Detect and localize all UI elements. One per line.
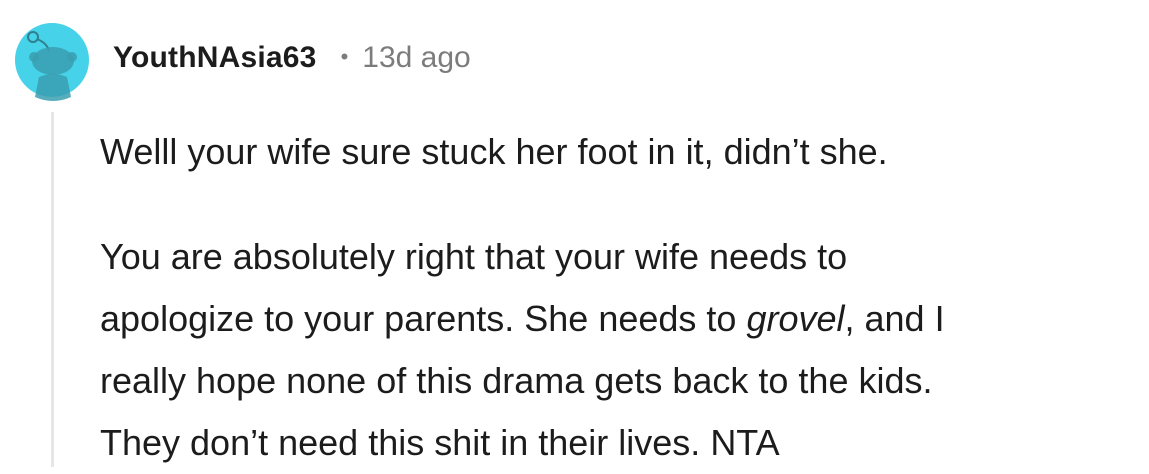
- comment-body: Welll your wife sure stuck her foot in i…: [100, 121, 1140, 474]
- comment-paragraph-2-line-3: really hope none of this drama gets back…: [100, 360, 933, 401]
- comment-paragraph-1: Welll your wife sure stuck her foot in i…: [100, 131, 888, 172]
- line-2-text-after: , and I: [844, 298, 945, 339]
- comment-paragraph-2-line-4: They don’t need this shit in their lives…: [100, 422, 780, 463]
- comment-paragraph-2-line-2: apologize to your parents. She needs to …: [100, 288, 1140, 350]
- avatar[interactable]: [15, 13, 89, 107]
- username-link[interactable]: YouthNAsia63: [113, 41, 317, 75]
- separator-dot: •: [340, 44, 349, 69]
- snoo-avatar-icon: [15, 23, 89, 101]
- line-2-text-before: apologize to your parents. She needs to: [100, 298, 747, 339]
- comment-timestamp[interactable]: 13d ago: [362, 41, 470, 75]
- thread-line[interactable]: [51, 112, 54, 467]
- comment-header: YouthNAsia63 • 13d ago: [113, 36, 471, 80]
- emphasis-text: grovel: [746, 298, 845, 339]
- comment-paragraph-2-line-1: You are absolutely right that your wife …: [100, 236, 848, 277]
